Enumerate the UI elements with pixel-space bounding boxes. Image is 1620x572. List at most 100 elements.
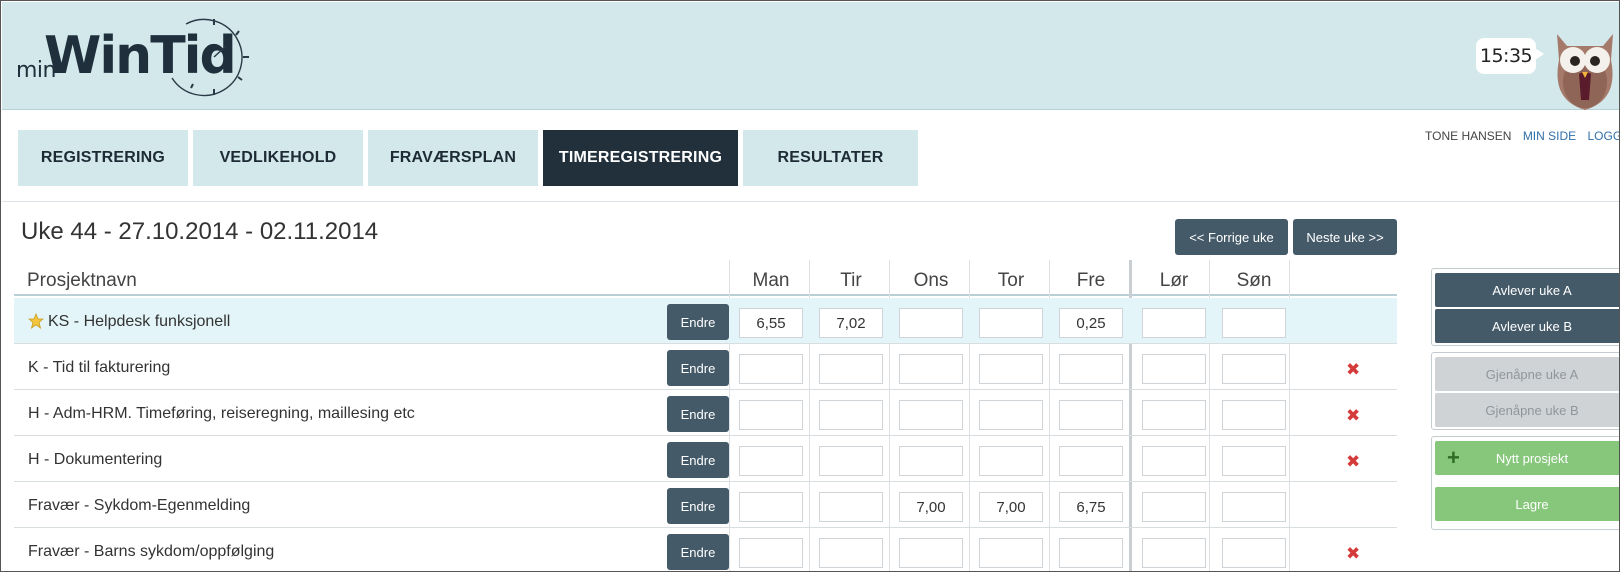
reopen-group: Gjenåpne uke A Gjenåpne uke B: [1431, 352, 1619, 430]
favorite-star-icon[interactable]: [28, 313, 44, 329]
hours-input-ons[interactable]: [899, 400, 963, 430]
reopen-week-b-button[interactable]: Gjenåpne uke B: [1435, 393, 1619, 427]
project-name: K - Tid til fakturering: [28, 359, 170, 377]
hours-input-søn[interactable]: [1222, 446, 1286, 476]
week-title: Uke 44 - 27.10.2014 - 02.11.2014: [21, 218, 379, 245]
table-row: Fravær - Sykdom-Egenmelding Endre: [14, 482, 1397, 528]
new-project-button[interactable]: + Nytt prosjekt: [1435, 441, 1619, 475]
delete-row-icon[interactable]: ✖: [1346, 406, 1360, 426]
hours-input-tor[interactable]: [979, 354, 1043, 384]
clock-display: 15:35: [1476, 38, 1544, 74]
project-name-text: H - Adm-HRM. Timeføring, reiseregning, m…: [28, 405, 415, 422]
hours-input-søn[interactable]: [1222, 538, 1286, 568]
tab-resultater[interactable]: RESULTATER: [743, 130, 918, 186]
hours-input-lør[interactable]: [1142, 492, 1206, 522]
hours-input-ons[interactable]: [899, 354, 963, 384]
hours-input-tir[interactable]: [819, 308, 883, 338]
table-row: Fravær - Barns sykdom/oppfølging Endre ✖: [14, 528, 1397, 571]
delete-row-icon[interactable]: ✖: [1346, 544, 1360, 564]
tab-registrering[interactable]: REGISTRERING: [18, 130, 188, 186]
clock-dial-icon: [171, 18, 249, 97]
edit-button[interactable]: Endre: [667, 304, 729, 340]
hours-input-ons[interactable]: [899, 446, 963, 476]
deliver-week-a-button[interactable]: Avlever uke A: [1435, 273, 1619, 307]
new-project-label: Nytt prosjekt: [1495, 450, 1569, 466]
next-week-button[interactable]: Neste uke >>: [1293, 219, 1397, 255]
edit-button[interactable]: Endre: [667, 442, 729, 478]
hours-input-søn[interactable]: [1222, 354, 1286, 384]
hours-input-tir[interactable]: [819, 538, 883, 568]
hours-input-søn[interactable]: [1222, 308, 1286, 338]
app-window: min WinTid 15:35 REGISTRERING VEDLIKEHOL…: [0, 0, 1620, 572]
project-name-text: KS - Helpdesk funksjonell: [48, 313, 231, 330]
grid-header: Prosjektnavn Man Tir Ons Tor Fre Lør Søn: [14, 266, 1397, 296]
hours-input-fre[interactable]: [1059, 492, 1123, 522]
save-button[interactable]: Lagre: [1435, 487, 1619, 521]
project-name-text: K - Tid til fakturering: [28, 359, 171, 376]
day-header: Fre: [1076, 270, 1106, 291]
hours-input-lør[interactable]: [1142, 308, 1206, 338]
hours-input-ons[interactable]: [899, 308, 963, 338]
hours-input-tor[interactable]: [979, 400, 1043, 430]
hours-input-tor[interactable]: [979, 538, 1043, 568]
hours-input-man[interactable]: [739, 354, 803, 384]
hours-input-tor[interactable]: [979, 446, 1043, 476]
day-header: Tor: [997, 270, 1025, 291]
table-row: KS - Helpdesk funksjonell Endre: [14, 298, 1397, 344]
tab-vedlikehold[interactable]: VEDLIKEHOLD: [193, 130, 363, 186]
deliver-week-b-button[interactable]: Avlever uke B: [1435, 309, 1619, 343]
hours-input-man[interactable]: [739, 400, 803, 430]
hours-input-ons[interactable]: [899, 492, 963, 522]
table-row: H - Dokumentering Endre ✖: [14, 436, 1397, 482]
reopen-week-a-button[interactable]: Gjenåpne uke A: [1435, 357, 1619, 391]
hours-input-fre[interactable]: [1059, 446, 1123, 476]
day-header: Lør: [1159, 270, 1189, 291]
edit-button[interactable]: Endre: [667, 488, 729, 524]
hours-input-lør[interactable]: [1142, 400, 1206, 430]
hours-input-tir[interactable]: [819, 400, 883, 430]
hours-input-man[interactable]: [739, 308, 803, 338]
hours-input-man[interactable]: [739, 446, 803, 476]
username-label: TONE HANSEN: [1425, 129, 1512, 143]
delete-row-icon[interactable]: ✖: [1346, 452, 1360, 472]
hours-input-fre[interactable]: [1059, 308, 1123, 338]
logout-link[interactable]: LOGG UT: [1588, 129, 1620, 143]
hours-input-man[interactable]: [739, 492, 803, 522]
previous-week-button[interactable]: << Forrige uke: [1175, 219, 1288, 255]
edit-button[interactable]: Endre: [667, 396, 729, 432]
delete-row-icon[interactable]: ✖: [1346, 360, 1360, 380]
tab-fravaersplan[interactable]: FRAVÆRSPLAN: [368, 130, 538, 186]
project-name: H - Dokumentering: [28, 451, 162, 469]
project-actions-group: + Nytt prosjekt Lagre: [1431, 436, 1619, 530]
deliver-group: Avlever uke A Avlever uke B: [1431, 268, 1619, 346]
hours-input-fre[interactable]: [1059, 538, 1123, 568]
min-side-link[interactable]: MIN SIDE: [1523, 129, 1576, 143]
hours-input-tir[interactable]: [819, 446, 883, 476]
hours-input-tir[interactable]: [819, 492, 883, 522]
table-row: K - Tid til fakturering Endre ✖: [14, 344, 1397, 390]
hours-input-søn[interactable]: [1222, 400, 1286, 430]
plus-icon: +: [1447, 445, 1460, 470]
hours-input-lør[interactable]: [1142, 446, 1206, 476]
hours-input-søn[interactable]: [1222, 492, 1286, 522]
project-name: Fravær - Sykdom-Egenmelding: [28, 497, 250, 515]
hours-input-fre[interactable]: [1059, 400, 1123, 430]
edit-button[interactable]: Endre: [667, 534, 729, 570]
day-header: Tir: [840, 270, 862, 291]
edit-button[interactable]: Endre: [667, 350, 729, 386]
tab-timeregistrering[interactable]: TIMEREGISTRERING: [543, 130, 738, 186]
hours-input-tir[interactable]: [819, 354, 883, 384]
project-name-text: H - Dokumentering: [28, 451, 163, 468]
hours-input-fre[interactable]: [1059, 354, 1123, 384]
app-logo[interactable]: min WinTid: [16, 14, 266, 100]
hours-input-ons[interactable]: [899, 538, 963, 568]
hours-input-lør[interactable]: [1142, 538, 1206, 568]
hours-input-man[interactable]: [739, 538, 803, 568]
project-name-text: Fravær - Sykdom-Egenmelding: [28, 497, 251, 514]
hours-input-lør[interactable]: [1142, 354, 1206, 384]
hours-input-tor[interactable]: [979, 492, 1043, 522]
project-name: H - Adm-HRM. Timeføring, reiseregning, m…: [28, 405, 415, 423]
project-name: KS - Helpdesk funksjonell: [28, 313, 230, 331]
day-header: Man: [752, 270, 790, 291]
hours-input-tor[interactable]: [979, 308, 1043, 338]
